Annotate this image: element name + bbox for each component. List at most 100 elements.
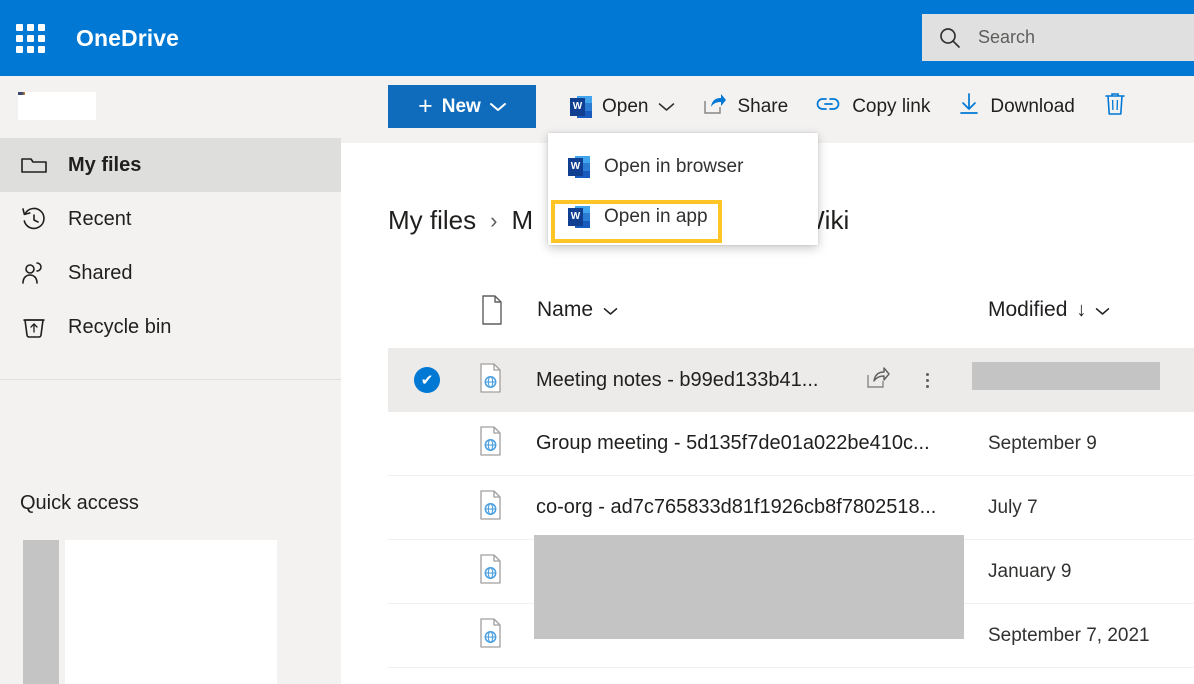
word-icon: W <box>568 156 590 178</box>
open-button[interactable]: W Open <box>556 85 689 128</box>
waffle-dot <box>26 34 34 42</box>
document-globe-icon <box>478 362 504 398</box>
copy-link-button[interactable]: Copy link <box>802 85 944 128</box>
sort-descending-icon: ↓ <box>1076 298 1087 321</box>
waffle-dot <box>37 34 45 42</box>
file-name-redacted <box>534 594 964 639</box>
breadcrumb-item-middle[interactable]: M <box>511 205 533 236</box>
sidebar-item-my-files[interactable]: My files <box>0 138 341 192</box>
row-checkbox-selected[interactable]: ✔ <box>414 367 440 393</box>
table-row[interactable]: ✔ Meeting notes - b99ed133b41... <box>388 348 1194 412</box>
suite-header-bar: OneDrive <box>0 0 1194 76</box>
menu-item-label: Open in app <box>604 206 708 227</box>
file-name[interactable]: Group meeting - 5d135f7de01a022be410c... <box>536 432 930 455</box>
column-header-name[interactable]: Name <box>537 298 618 322</box>
quick-access-labels-redacted <box>23 540 59 684</box>
modified-date: January 9 <box>988 560 1072 582</box>
onedrive-app: OneDrive + New W Open <box>0 0 1194 684</box>
waffle-dot <box>37 23 45 31</box>
chevron-down-icon <box>603 298 618 322</box>
redaction-sliver <box>18 92 25 95</box>
share-button[interactable]: Share <box>689 85 802 128</box>
left-sidebar: My files Recent Shared Recycle bin Quick… <box>0 76 341 684</box>
sidebar-item-shared[interactable]: Shared <box>0 246 341 300</box>
table-row[interactable]: co-org - ad7c765833d81f1926cb8f7802518..… <box>388 476 1194 540</box>
download-button[interactable]: Download <box>944 85 1089 128</box>
quick-access-panel-redacted <box>65 540 277 684</box>
word-icon: W <box>568 206 590 228</box>
folder-icon <box>20 151 48 179</box>
document-globe-icon <box>478 426 504 461</box>
breadcrumb-item-my-files[interactable]: My files <box>388 205 476 236</box>
new-button-label: New <box>441 95 481 117</box>
sidebar-item-label: My files <box>68 153 142 176</box>
share-button-label: Share <box>737 95 789 117</box>
share-icon[interactable] <box>866 366 890 394</box>
file-name-redacted <box>534 535 964 599</box>
link-icon <box>816 95 842 119</box>
chevron-down-icon <box>489 96 506 118</box>
document-globe-icon <box>478 618 504 653</box>
file-list-header: Name Modified ↓ <box>388 295 1194 343</box>
chevron-down-icon <box>1095 298 1110 322</box>
column-header-modified[interactable]: Modified ↓ <box>988 298 1110 322</box>
document-globe-icon <box>478 554 504 589</box>
modified-date: July 7 <box>988 496 1038 518</box>
column-header-modified-label: Modified <box>988 298 1068 321</box>
column-header-name-label: Name <box>537 298 594 321</box>
sidebar-item-recent[interactable]: Recent <box>0 192 341 246</box>
delete-button[interactable] <box>1089 85 1141 128</box>
app-launcher-grid-icon[interactable] <box>6 14 54 62</box>
file-name[interactable]: co-org - ad7c765833d81f1926cb8f7802518..… <box>536 496 936 519</box>
sidebar-item-label: Recycle bin <box>68 315 172 338</box>
document-icon <box>480 295 504 330</box>
word-icon: W <box>570 95 592 118</box>
recycle-bin-icon <box>20 313 48 341</box>
file-name[interactable]: Meeting notes - b99ed133b41... <box>536 369 818 392</box>
table-row[interactable]: Group meeting - 5d135f7de01a022be410c...… <box>388 412 1194 476</box>
open-dropdown-menu: W Open in browser W Open in app <box>548 133 818 245</box>
account-name-redacted <box>18 92 96 120</box>
menu-item-label: Open in browser <box>604 156 744 177</box>
plus-icon: + <box>418 92 433 120</box>
quick-access-title: Quick access <box>20 492 139 514</box>
modified-date: September 7, 2021 <box>988 624 1150 646</box>
download-button-label: Download <box>990 95 1075 117</box>
open-button-label: Open <box>602 95 649 117</box>
search-input[interactable] <box>978 27 1178 48</box>
modified-date: September 9 <box>988 432 1097 454</box>
command-bar-actions: W Open Share Copy link Download <box>556 85 1141 128</box>
download-icon <box>958 92 980 122</box>
people-icon <box>20 259 48 287</box>
waffle-dot <box>26 23 34 31</box>
waffle-dot <box>15 34 23 42</box>
table-row[interactable]: September 7, 2021 <box>388 594 1194 668</box>
sidebar-nav: My files Recent Shared Recycle bin <box>0 138 341 354</box>
clock-history-icon <box>20 205 48 233</box>
brand-title[interactable]: OneDrive <box>76 25 179 52</box>
waffle-dot <box>15 23 23 31</box>
new-button[interactable]: + New <box>388 85 536 128</box>
more-vertical-icon[interactable] <box>926 372 929 388</box>
chevron-down-icon <box>658 96 675 118</box>
menu-item-open-in-app[interactable]: W Open in app <box>548 195 818 239</box>
search-icon <box>922 25 978 51</box>
sidebar-divider <box>0 379 341 380</box>
document-globe-icon <box>478 490 504 525</box>
waffle-dot <box>37 45 45 53</box>
trash-icon <box>1103 91 1127 123</box>
file-list: ✔ Meeting notes - b99ed133b41... Group m… <box>388 348 1194 668</box>
search-box[interactable] <box>922 14 1194 61</box>
copy-link-button-label: Copy link <box>852 95 931 117</box>
share-icon <box>703 93 727 121</box>
breadcrumb-separator-icon: › <box>490 207 498 233</box>
sidebar-item-label: Shared <box>68 261 133 284</box>
waffle-dots <box>15 23 45 53</box>
sidebar-item-recycle-bin[interactable]: Recycle bin <box>0 300 341 354</box>
waffle-dot <box>15 45 23 53</box>
waffle-dot <box>26 45 34 53</box>
menu-item-open-in-browser[interactable]: W Open in browser <box>548 145 818 189</box>
sidebar-item-label: Recent <box>68 207 132 230</box>
check-icon: ✔ <box>414 367 440 393</box>
modified-date-redacted <box>972 362 1160 390</box>
